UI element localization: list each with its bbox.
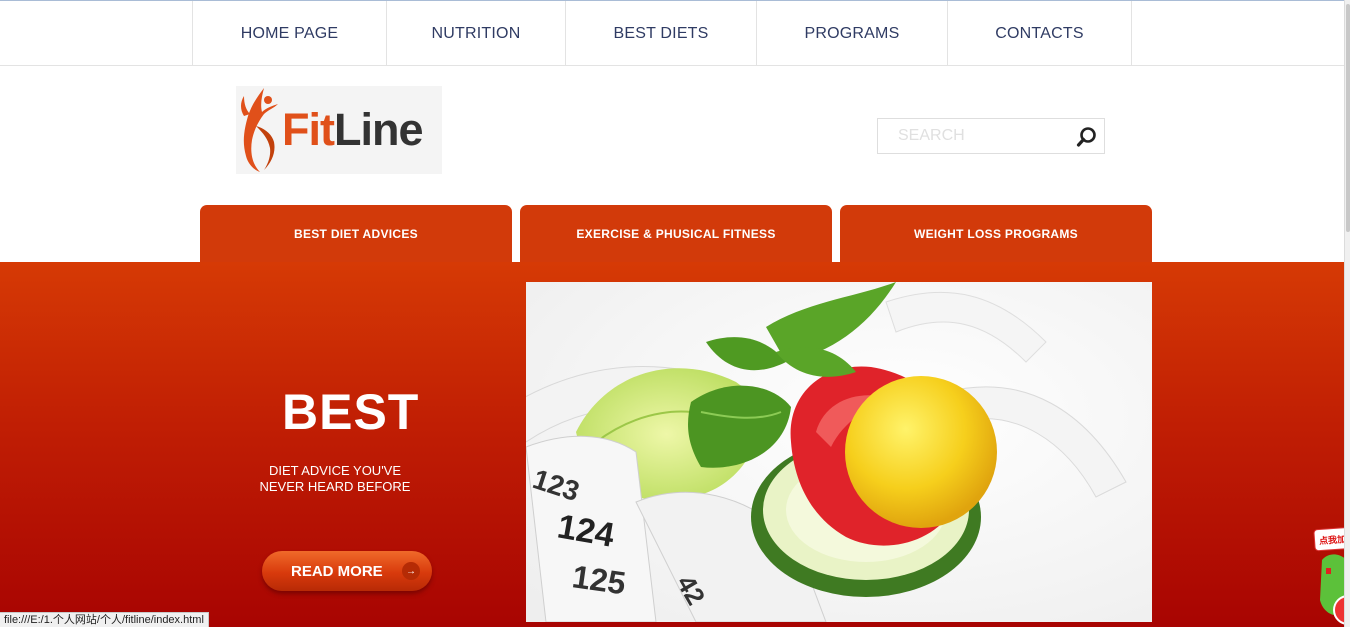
search-box xyxy=(877,118,1105,154)
vertical-scrollbar[interactable] xyxy=(1344,0,1350,627)
salad-measuring-tape-image: 123 124 125 42 xyxy=(526,282,1152,622)
mascot-icon xyxy=(1320,554,1344,625)
read-more-button[interactable]: READ MORE → xyxy=(262,551,432,591)
hero-subtitle-line1: DIET ADVICE YOU'VE xyxy=(268,463,402,478)
dancer-figure-icon xyxy=(241,88,278,172)
nav-item-contacts[interactable]: CONTACTS xyxy=(947,1,1132,66)
nav-item-nutrition[interactable]: NUTRITION xyxy=(386,1,565,66)
tab-best-diet-advices[interactable]: BEST DIET ADVICES xyxy=(200,205,512,262)
widget-burst-label: 点我加 xyxy=(1313,526,1344,552)
nav-item-programs[interactable]: PROGRAMS xyxy=(756,1,947,66)
tab-weight-loss-programs[interactable]: WEIGHT LOSS PROGRAMS xyxy=(840,205,1152,262)
top-navigation: HOME PAGE NUTRITION BEST DIETS PROGRAMS … xyxy=(0,0,1344,66)
browser-status-bar: file:///E:/1.个人网站/个人/fitline/index.html xyxy=(0,612,209,627)
floating-widget[interactable]: 点我加 xyxy=(1310,524,1344,627)
arrow-right-icon: → xyxy=(402,562,420,580)
logo-text-line: Line xyxy=(333,104,424,155)
read-more-label: READ MORE xyxy=(291,562,383,580)
nav-item-best-diets[interactable]: BEST DIETS xyxy=(565,1,756,66)
scrollbar-thumb[interactable] xyxy=(1346,4,1350,232)
hero-subtitle: DIET ADVICE YOU'VE NEVER HEARD BEFORE xyxy=(240,463,430,495)
logo-wordmark: FitLine xyxy=(282,104,423,156)
hero-banner: BEST DIET ADVICE YOU'VE NEVER HEARD BEFO… xyxy=(0,262,1344,627)
magnifier-icon[interactable] xyxy=(1076,126,1098,148)
hero-subtitle-line2: NEVER HEARD BEFORE xyxy=(259,479,411,494)
search-input[interactable] xyxy=(878,119,1078,153)
site-logo[interactable]: FitLine xyxy=(236,86,442,174)
tab-exercise-fitness[interactable]: EXERCISE & PHUSICAL FITNESS xyxy=(520,205,832,262)
hero-photo: 123 124 125 42 xyxy=(526,282,1152,622)
tape-number-125: 125 xyxy=(570,558,628,601)
logo-text-fit: Fit xyxy=(282,104,335,155)
nav-items: HOME PAGE NUTRITION BEST DIETS PROGRAMS … xyxy=(192,1,1132,66)
nav-item-home-page[interactable]: HOME PAGE xyxy=(192,1,386,66)
hero-heading: BEST xyxy=(282,384,420,440)
